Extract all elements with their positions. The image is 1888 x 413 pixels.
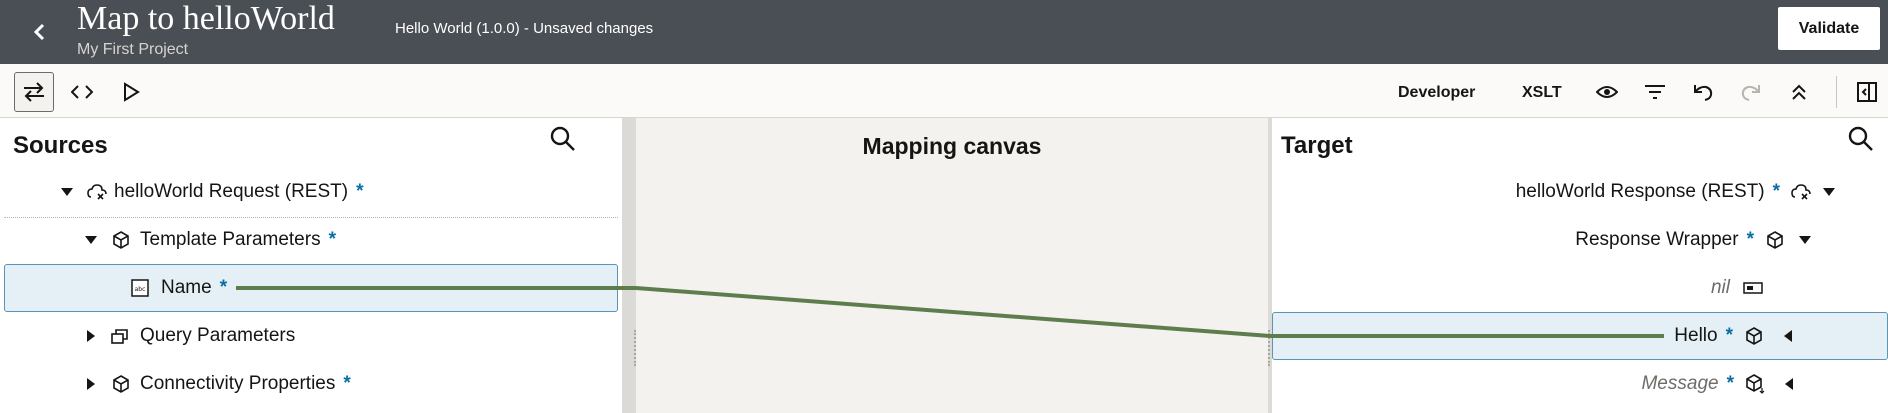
canvas-right-grip[interactable] bbox=[1268, 330, 1270, 366]
caret-right-icon[interactable] bbox=[80, 373, 102, 395]
filter-button[interactable] bbox=[1635, 72, 1675, 112]
attribute-icon bbox=[1742, 277, 1764, 299]
collapse-all-button[interactable] bbox=[1779, 72, 1819, 112]
tree-row-response[interactable]: helloWorld Response (REST) * bbox=[1272, 168, 1888, 216]
back-button[interactable] bbox=[20, 12, 60, 52]
required-marker: * bbox=[219, 277, 228, 298]
rest-endpoint-icon bbox=[1790, 181, 1812, 203]
required-marker: * bbox=[1726, 373, 1734, 394]
filter-icon bbox=[1645, 85, 1665, 99]
mapper-view-button[interactable] bbox=[14, 72, 54, 112]
tree-label: Connectivity Properties bbox=[140, 373, 336, 394]
project-name: My First Project bbox=[77, 41, 189, 58]
string-type-icon: abc bbox=[129, 277, 151, 299]
required-marker: * bbox=[356, 181, 364, 202]
integration-status: Hello World (1.0.0) - Unsaved changes bbox=[395, 20, 654, 37]
target-search-button[interactable] bbox=[1848, 126, 1874, 152]
required-marker: * bbox=[343, 373, 351, 394]
toolbar-divider bbox=[1836, 76, 1837, 108]
tree-label: nil bbox=[1710, 277, 1730, 298]
double-chevron-up-icon bbox=[1792, 84, 1806, 100]
tree-label: helloWorld Response (REST) bbox=[1515, 181, 1765, 202]
target-panel: Target helloWorld Response (REST) * Resp… bbox=[1272, 118, 1888, 413]
caret-down-icon[interactable] bbox=[80, 229, 102, 251]
tree-row-template-parameters[interactable]: Template Parameters * bbox=[4, 216, 618, 264]
cube-icon bbox=[1764, 229, 1786, 251]
sources-search-button[interactable] bbox=[550, 126, 576, 152]
cube-icon bbox=[1743, 325, 1765, 347]
tree-label: Message bbox=[1641, 373, 1719, 394]
swap-arrows-icon bbox=[24, 82, 44, 102]
tree-label: Template Parameters bbox=[140, 229, 321, 250]
tree-row-message[interactable]: Message * bbox=[1272, 360, 1888, 408]
tree-row-connectivity-properties[interactable]: Connectivity Properties * bbox=[4, 360, 618, 408]
tree-label: Hello bbox=[1674, 325, 1718, 346]
caret-down-icon[interactable] bbox=[1818, 181, 1840, 203]
sources-panel: Sources helloWorld Request (REST) * Temp… bbox=[0, 118, 622, 413]
app-header: Map to helloWorld My First Project Hello… bbox=[0, 0, 1888, 64]
tree-row-nil[interactable]: nil bbox=[1272, 264, 1888, 312]
chevron-left-icon bbox=[33, 23, 45, 41]
mapper-toolbar: Developer XSLT bbox=[0, 64, 1888, 118]
side-panel-icon bbox=[1857, 82, 1877, 102]
tree-row-name[interactable]: abc Name * bbox=[4, 264, 618, 312]
tree-label: Query Parameters bbox=[140, 325, 296, 346]
tree-row-response-wrapper[interactable]: Response Wrapper * bbox=[1272, 216, 1888, 264]
redo-button[interactable] bbox=[1731, 72, 1771, 112]
tree-label: Response Wrapper bbox=[1575, 229, 1739, 250]
redo-icon bbox=[1741, 85, 1760, 101]
cube-repeat-icon bbox=[1744, 373, 1766, 395]
caret-left-icon[interactable] bbox=[1778, 373, 1800, 395]
view-options-button[interactable] bbox=[1587, 72, 1627, 112]
cube-icon bbox=[110, 229, 132, 251]
search-icon bbox=[550, 126, 575, 151]
tree-row-request[interactable]: helloWorld Request (REST) * bbox=[4, 168, 618, 216]
toggle-panel-button[interactable] bbox=[1847, 72, 1887, 112]
code-view-button[interactable] bbox=[62, 72, 102, 112]
rest-endpoint-icon bbox=[86, 181, 108, 203]
page-title: Map to helloWorld bbox=[77, 0, 335, 37]
canvas-left-grip[interactable] bbox=[634, 330, 636, 366]
cube-icon bbox=[110, 373, 132, 395]
developer-mode-button[interactable]: Developer bbox=[1398, 83, 1475, 103]
left-splitter[interactable] bbox=[622, 118, 636, 413]
required-marker: * bbox=[1725, 325, 1733, 346]
tree-label: Name bbox=[161, 277, 212, 298]
collection-icon bbox=[110, 325, 132, 347]
tree-label: helloWorld Request (REST) bbox=[114, 181, 349, 202]
undo-icon bbox=[1694, 85, 1713, 101]
required-marker: * bbox=[1772, 181, 1780, 202]
eye-icon bbox=[1596, 86, 1618, 98]
required-marker: * bbox=[1746, 229, 1754, 250]
undo-button[interactable] bbox=[1683, 72, 1723, 112]
tree-row-hello[interactable]: Hello * bbox=[1272, 312, 1888, 360]
target-title: Target bbox=[1281, 132, 1353, 159]
tree-row-query-parameters[interactable]: Query Parameters bbox=[4, 312, 618, 360]
test-run-button[interactable] bbox=[111, 72, 151, 112]
mapping-canvas[interactable]: Mapping canvas bbox=[636, 118, 1268, 413]
caret-down-icon[interactable] bbox=[1794, 229, 1816, 251]
xslt-mode-button[interactable]: XSLT bbox=[1522, 83, 1562, 103]
code-icon bbox=[71, 85, 93, 99]
required-marker: * bbox=[328, 229, 336, 250]
sources-title: Sources bbox=[13, 132, 108, 159]
search-icon bbox=[1848, 126, 1873, 151]
canvas-title: Mapping canvas bbox=[862, 133, 1042, 159]
svg-text:abc: abc bbox=[135, 286, 146, 293]
validate-button[interactable]: Validate bbox=[1778, 7, 1880, 50]
caret-left-icon[interactable] bbox=[1777, 325, 1799, 347]
caret-right-icon[interactable] bbox=[80, 325, 102, 347]
caret-down-icon[interactable] bbox=[56, 181, 78, 203]
play-icon bbox=[124, 82, 140, 102]
